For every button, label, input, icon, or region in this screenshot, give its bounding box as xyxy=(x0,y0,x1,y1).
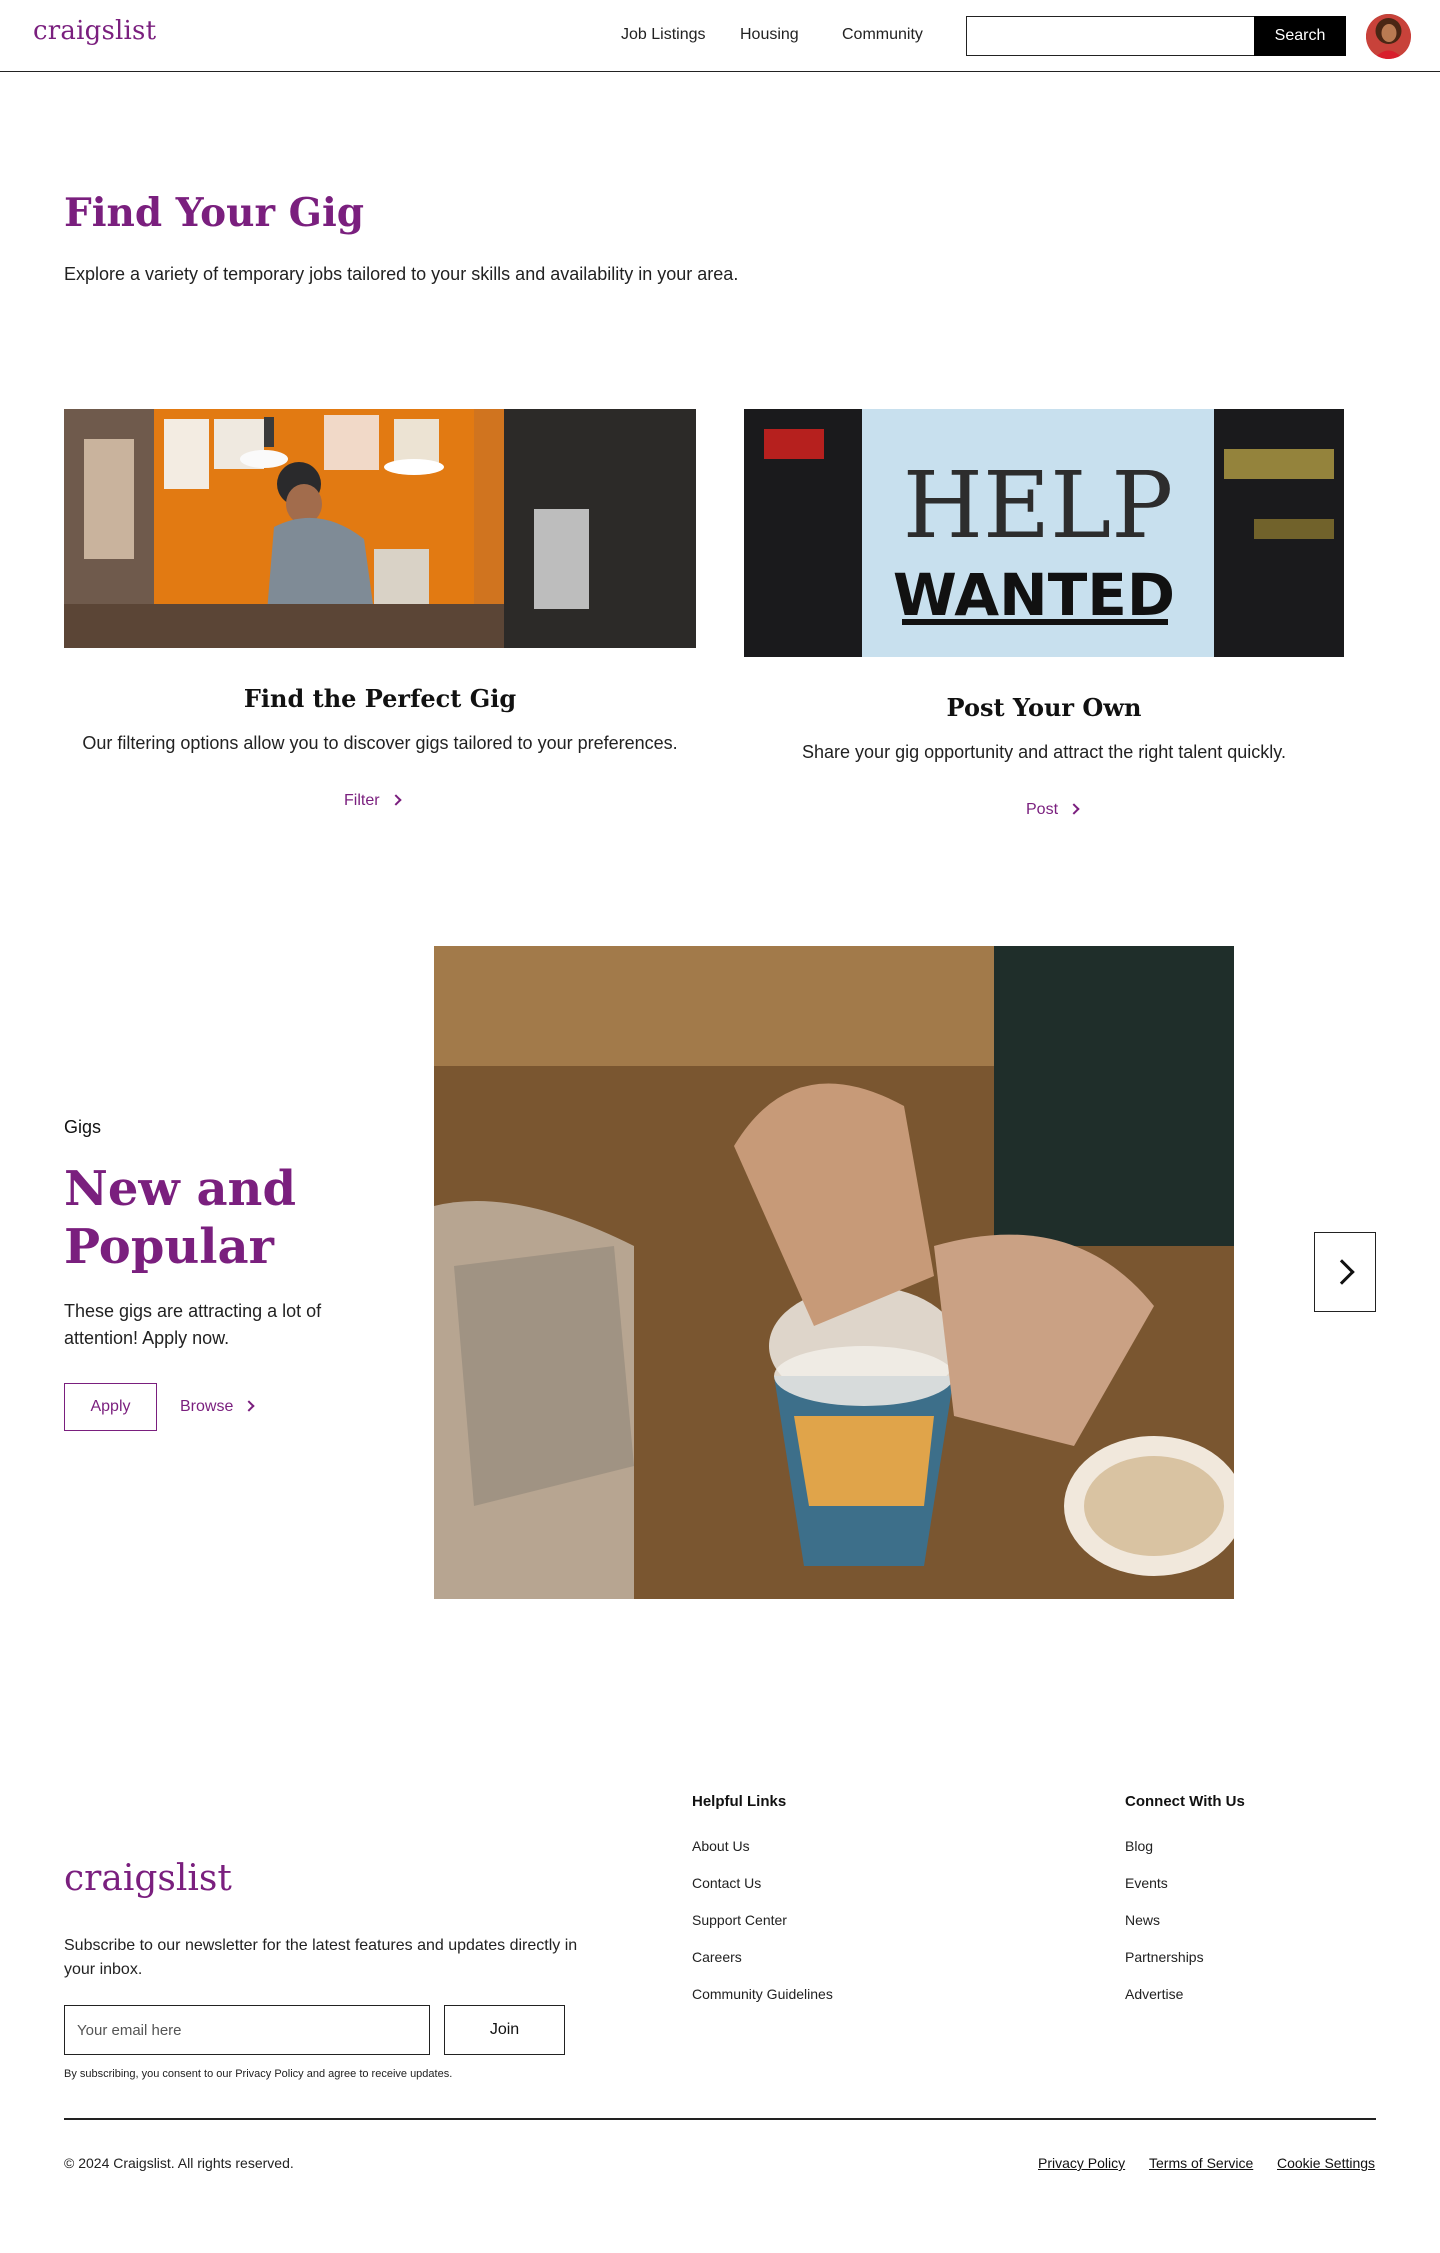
section-title: New and Popular xyxy=(64,1161,297,1275)
card-title-post-own: Post Your Own xyxy=(946,693,1142,722)
section-description: These gigs are attracting a lot of atten… xyxy=(64,1301,322,1348)
site-header: craigslist Job Listings Housing Communit… xyxy=(0,0,1440,72)
footer-divider xyxy=(64,2118,1376,2120)
newsletter-text: Subscribe to our newsletter for the late… xyxy=(64,1937,578,1978)
filter-link-label: Filter xyxy=(344,792,380,809)
connect-heading: Connect With Us xyxy=(1125,1793,1245,1810)
card-desc-find-gig: Our filtering options allow you to disco… xyxy=(82,733,678,753)
terms-of-service-link[interactable]: Terms of Service xyxy=(1149,2155,1253,2171)
page-subtitle: Explore a variety of temporary jobs tail… xyxy=(64,264,739,284)
help-wanted-image: HELP WANTED xyxy=(744,409,1344,657)
nav-housing[interactable]: Housing xyxy=(740,26,799,44)
helpful-links-list: About Us Contact Us Support Center Caree… xyxy=(692,1838,833,2023)
helpful-links-heading: Helpful Links xyxy=(692,1793,787,1810)
footer-link-contact-us[interactable]: Contact Us xyxy=(692,1875,833,1912)
search-button[interactable]: Search xyxy=(1254,16,1346,56)
chevron-right-icon xyxy=(1068,803,1080,815)
cookie-settings-link[interactable]: Cookie Settings xyxy=(1277,2155,1375,2171)
footer-link-about-us[interactable]: About Us xyxy=(692,1838,833,1875)
nav-job-listings[interactable]: Job Listings xyxy=(621,26,706,44)
user-avatar[interactable] xyxy=(1366,14,1411,59)
sign-text-help: HELP xyxy=(903,452,1173,559)
footer-link-careers[interactable]: Careers xyxy=(692,1949,833,1986)
newsletter-consent: By subscribing, you consent to our Priva… xyxy=(64,2068,453,2080)
card-title-find-gig: Find the Perfect Gig xyxy=(243,684,517,713)
post-link-label: Post xyxy=(1026,801,1059,818)
footer-link-advertise[interactable]: Advertise xyxy=(1125,1986,1204,2023)
chevron-right-icon xyxy=(389,794,402,806)
chevron-right-icon xyxy=(1329,1259,1355,1285)
newsletter-join-button[interactable]: Join xyxy=(444,2005,565,2055)
footer-link-support-center[interactable]: Support Center xyxy=(692,1912,833,1949)
site-logo[interactable]: craigslist xyxy=(33,16,156,46)
coffee-cup-image xyxy=(434,946,1234,1599)
filter-link[interactable]: Filter xyxy=(344,792,402,810)
page-title: Find Your Gig xyxy=(64,190,365,236)
carousel-next-button[interactable] xyxy=(1314,1232,1376,1312)
footer-link-events[interactable]: Events xyxy=(1125,1875,1204,1912)
copyright: © 2024 Craigslist. All rights reserved. xyxy=(64,2155,294,2171)
apply-button[interactable]: Apply xyxy=(64,1383,157,1431)
privacy-policy-link[interactable]: Privacy Policy xyxy=(1038,2155,1125,2171)
search-input[interactable] xyxy=(966,16,1255,56)
section-label: Gigs xyxy=(64,1117,102,1137)
chevron-right-icon xyxy=(243,1400,256,1412)
footer-link-partnerships[interactable]: Partnerships xyxy=(1125,1949,1204,1986)
footer-logo[interactable]: craigslist xyxy=(64,1858,232,1899)
nav-community[interactable]: Community xyxy=(842,26,923,44)
footer-link-community-guidelines[interactable]: Community Guidelines xyxy=(692,1986,833,2023)
sign-text-wanted: WANTED xyxy=(893,561,1175,629)
browse-link-label: Browse xyxy=(180,1398,234,1415)
newsletter-email-input[interactable] xyxy=(64,2005,430,2055)
market-vendor-image xyxy=(64,409,696,648)
footer-link-news[interactable]: News xyxy=(1125,1912,1204,1949)
card-desc-post-own: Share your gig opportunity and attract t… xyxy=(802,742,1286,762)
post-link[interactable]: Post xyxy=(1026,801,1080,819)
browse-link[interactable]: Browse xyxy=(180,1398,256,1416)
connect-links-list: Blog Events News Partnerships Advertise xyxy=(1125,1838,1204,2023)
footer-link-blog[interactable]: Blog xyxy=(1125,1838,1204,1875)
